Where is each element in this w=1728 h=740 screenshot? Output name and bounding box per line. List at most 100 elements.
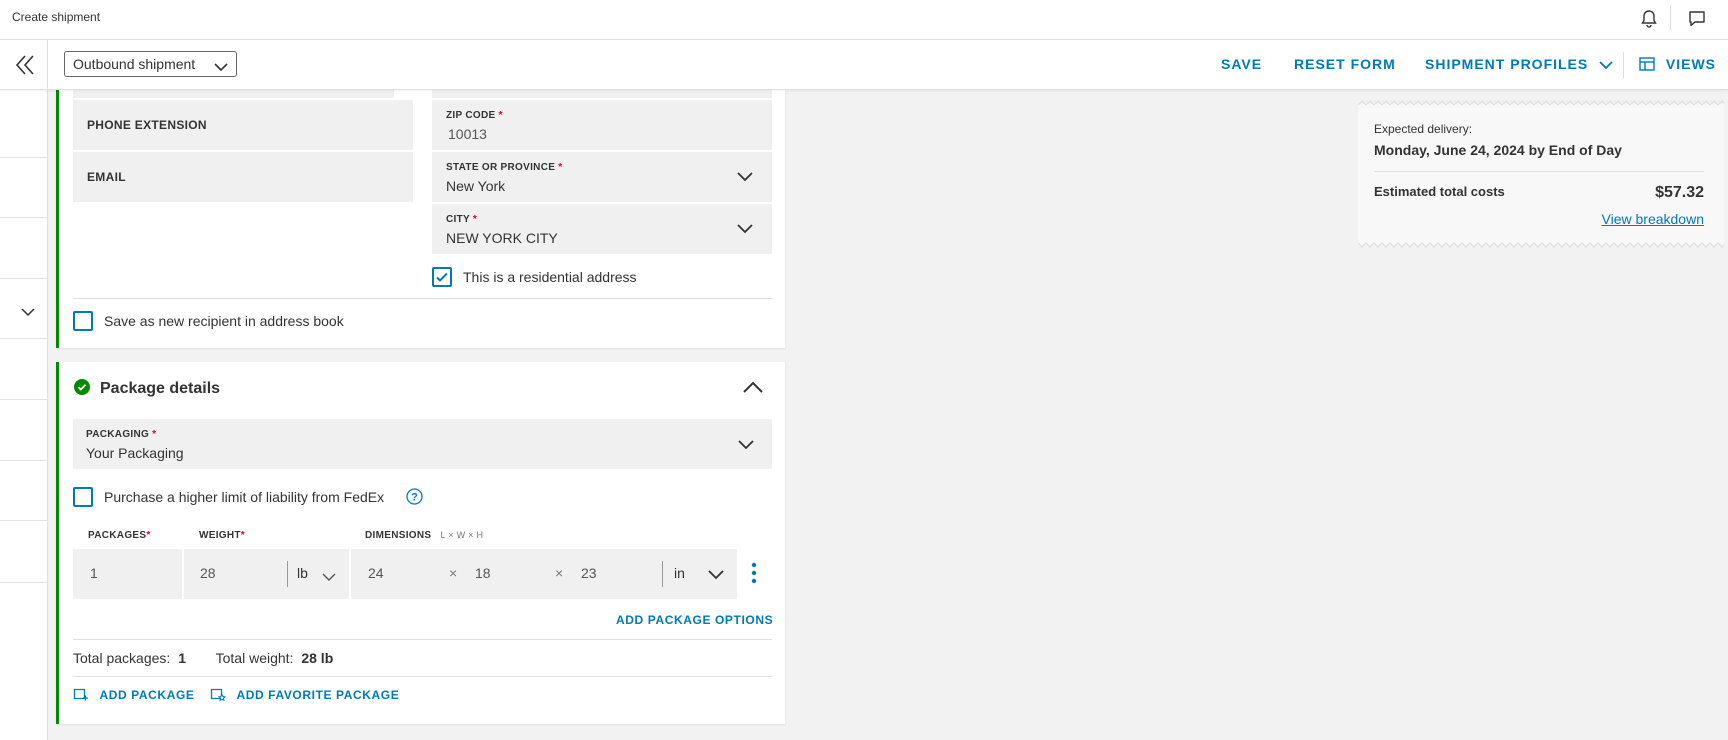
- chevron-down-icon: [736, 222, 754, 240]
- required-mark: *: [558, 162, 563, 173]
- expected-delivery-label: Expected delivery:: [1374, 122, 1473, 136]
- length-value[interactable]: 24: [368, 565, 384, 581]
- zip-code-value: 10013: [448, 126, 487, 142]
- city-label: CITY *: [446, 214, 477, 225]
- receipt-edge: [1358, 242, 1724, 248]
- app-title: Create shipment: [12, 10, 101, 24]
- totals-row: Total packages: 1 Total weight: 28 lb: [73, 650, 333, 666]
- views-button[interactable]: VIEWS: [1639, 56, 1716, 74]
- save-recipient-checkbox[interactable]: [73, 311, 93, 331]
- rail-divider: [0, 582, 47, 583]
- reset-form-button[interactable]: RESET FORM: [1294, 56, 1396, 72]
- unit-separator: [662, 561, 663, 587]
- dimension-unit-select[interactable]: in: [674, 565, 685, 581]
- check-circle-icon: [74, 379, 90, 400]
- packaging-label: PACKAGING *: [86, 429, 156, 440]
- email-label: EMAIL: [87, 170, 126, 184]
- required-mark: *: [240, 530, 245, 541]
- save-button[interactable]: SAVE: [1221, 56, 1262, 72]
- packaging-value: Your Packaging: [86, 445, 184, 461]
- width-value[interactable]: 18: [475, 565, 491, 581]
- shipment-type-value: Outbound shipment: [73, 56, 196, 72]
- zip-code-field[interactable]: ZIP CODE * 10013: [432, 100, 772, 150]
- add-favorite-package-button[interactable]: ADD FAVORITE PACKAGE: [210, 686, 399, 707]
- double-chevron-left-icon[interactable]: [12, 53, 38, 77]
- recipient-card: PHONE EXTENSION EMAIL ZIP CODE * 10013 S…: [56, 90, 785, 348]
- add-package-label: ADD PACKAGE: [99, 688, 195, 702]
- packages-label: PACKAGES*: [88, 530, 151, 541]
- add-package-button[interactable]: ADD PACKAGE: [73, 686, 195, 707]
- weight-input[interactable]: 28 lb: [184, 549, 349, 599]
- rail-divider: [0, 399, 47, 400]
- packages-label-text: PACKAGES: [88, 530, 147, 541]
- chevron-down-icon: [737, 438, 755, 456]
- view-breakdown-link[interactable]: View breakdown: [1602, 211, 1704, 227]
- views-grid-icon: [1639, 57, 1655, 74]
- rail-divider: [0, 460, 47, 461]
- top-bar: Create shipment: [0, 0, 1728, 40]
- required-mark: *: [472, 214, 478, 225]
- rail-divider: [0, 520, 47, 521]
- weight-unit-select[interactable]: lb: [297, 565, 308, 581]
- save-recipient-label: Save as new recipient in address book: [104, 313, 344, 329]
- divider: [73, 639, 772, 640]
- rail-divider: [0, 278, 47, 279]
- left-rail: [0, 90, 48, 740]
- dimensions-label-text: DIMENSIONS: [365, 530, 432, 541]
- sidebar-separator: [47, 40, 48, 90]
- previous-field: [432, 90, 772, 98]
- add-favorite-package-label: ADD FAVORITE PACKAGE: [236, 688, 400, 702]
- previous-field: [73, 90, 394, 98]
- chevron-down-icon: [736, 170, 754, 188]
- required-mark: *: [152, 429, 157, 440]
- shipment-type-select[interactable]: Outbound shipment: [64, 51, 237, 77]
- height-value[interactable]: 23: [581, 565, 597, 581]
- estimated-cost-label: Estimated total costs: [1374, 184, 1505, 199]
- weight-label: WEIGHT*: [199, 530, 245, 541]
- more-vertical-icon[interactable]: [751, 562, 757, 589]
- dimensions-input[interactable]: 24 × 18 × 23 in: [351, 549, 737, 599]
- chevron-down-icon: [322, 569, 336, 587]
- total-weight-label: Total weight:: [215, 650, 294, 666]
- expected-delivery-value: Monday, June 24, 2024 by End of Day: [1374, 142, 1622, 158]
- views-label: VIEWS: [1665, 56, 1717, 72]
- required-mark: *: [146, 530, 151, 541]
- residential-checkbox[interactable]: [432, 267, 452, 287]
- rail-divider: [0, 217, 47, 218]
- residential-label: This is a residential address: [463, 269, 637, 285]
- state-value: New York: [446, 178, 506, 194]
- zip-code-label-text: ZIP CODE: [446, 110, 496, 121]
- city-select[interactable]: CITY * NEW YORK CITY: [432, 204, 772, 254]
- phone-extension-label: PHONE EXTENSION: [87, 118, 207, 132]
- zip-code-label: ZIP CODE *: [446, 110, 503, 121]
- weight-label-text: WEIGHT: [199, 530, 241, 541]
- state-select[interactable]: STATE OR PROVINCE * New York: [432, 152, 772, 202]
- favorite-package-icon: [210, 686, 227, 707]
- bell-icon[interactable]: [1638, 8, 1660, 30]
- receipt-edge: [1358, 100, 1724, 106]
- add-package-icon: [73, 686, 89, 707]
- phone-extension-field[interactable]: PHONE EXTENSION: [73, 100, 413, 150]
- packaging-select[interactable]: PACKAGING * Your Packaging: [73, 419, 772, 469]
- rail-divider: [0, 338, 47, 339]
- add-package-options-button[interactable]: ADD PACKAGE OPTIONS: [616, 613, 773, 627]
- help-icon[interactable]: ?: [406, 488, 423, 510]
- shipment-profiles-button[interactable]: SHIPMENT PROFILES: [1425, 56, 1613, 73]
- top-divider: [1670, 6, 1671, 30]
- total-packages-value: 1: [178, 650, 186, 666]
- rail-divider: [0, 157, 47, 158]
- chat-icon[interactable]: [1686, 8, 1708, 30]
- liability-checkbox[interactable]: [73, 487, 93, 507]
- chevron-up-icon[interactable]: [742, 380, 764, 399]
- packages-value: 1: [90, 565, 98, 581]
- divider: [73, 298, 772, 299]
- chevron-down-icon[interactable]: [21, 304, 35, 322]
- package-details-title: Package details: [100, 380, 221, 397]
- packages-input[interactable]: 1: [73, 549, 182, 599]
- unit-separator: [287, 561, 288, 587]
- chevron-down-icon: [707, 568, 725, 586]
- views-separator: [1623, 52, 1624, 78]
- weight-value: 28: [200, 565, 216, 581]
- city-label-text: CITY: [446, 214, 470, 225]
- email-field[interactable]: EMAIL: [73, 152, 413, 202]
